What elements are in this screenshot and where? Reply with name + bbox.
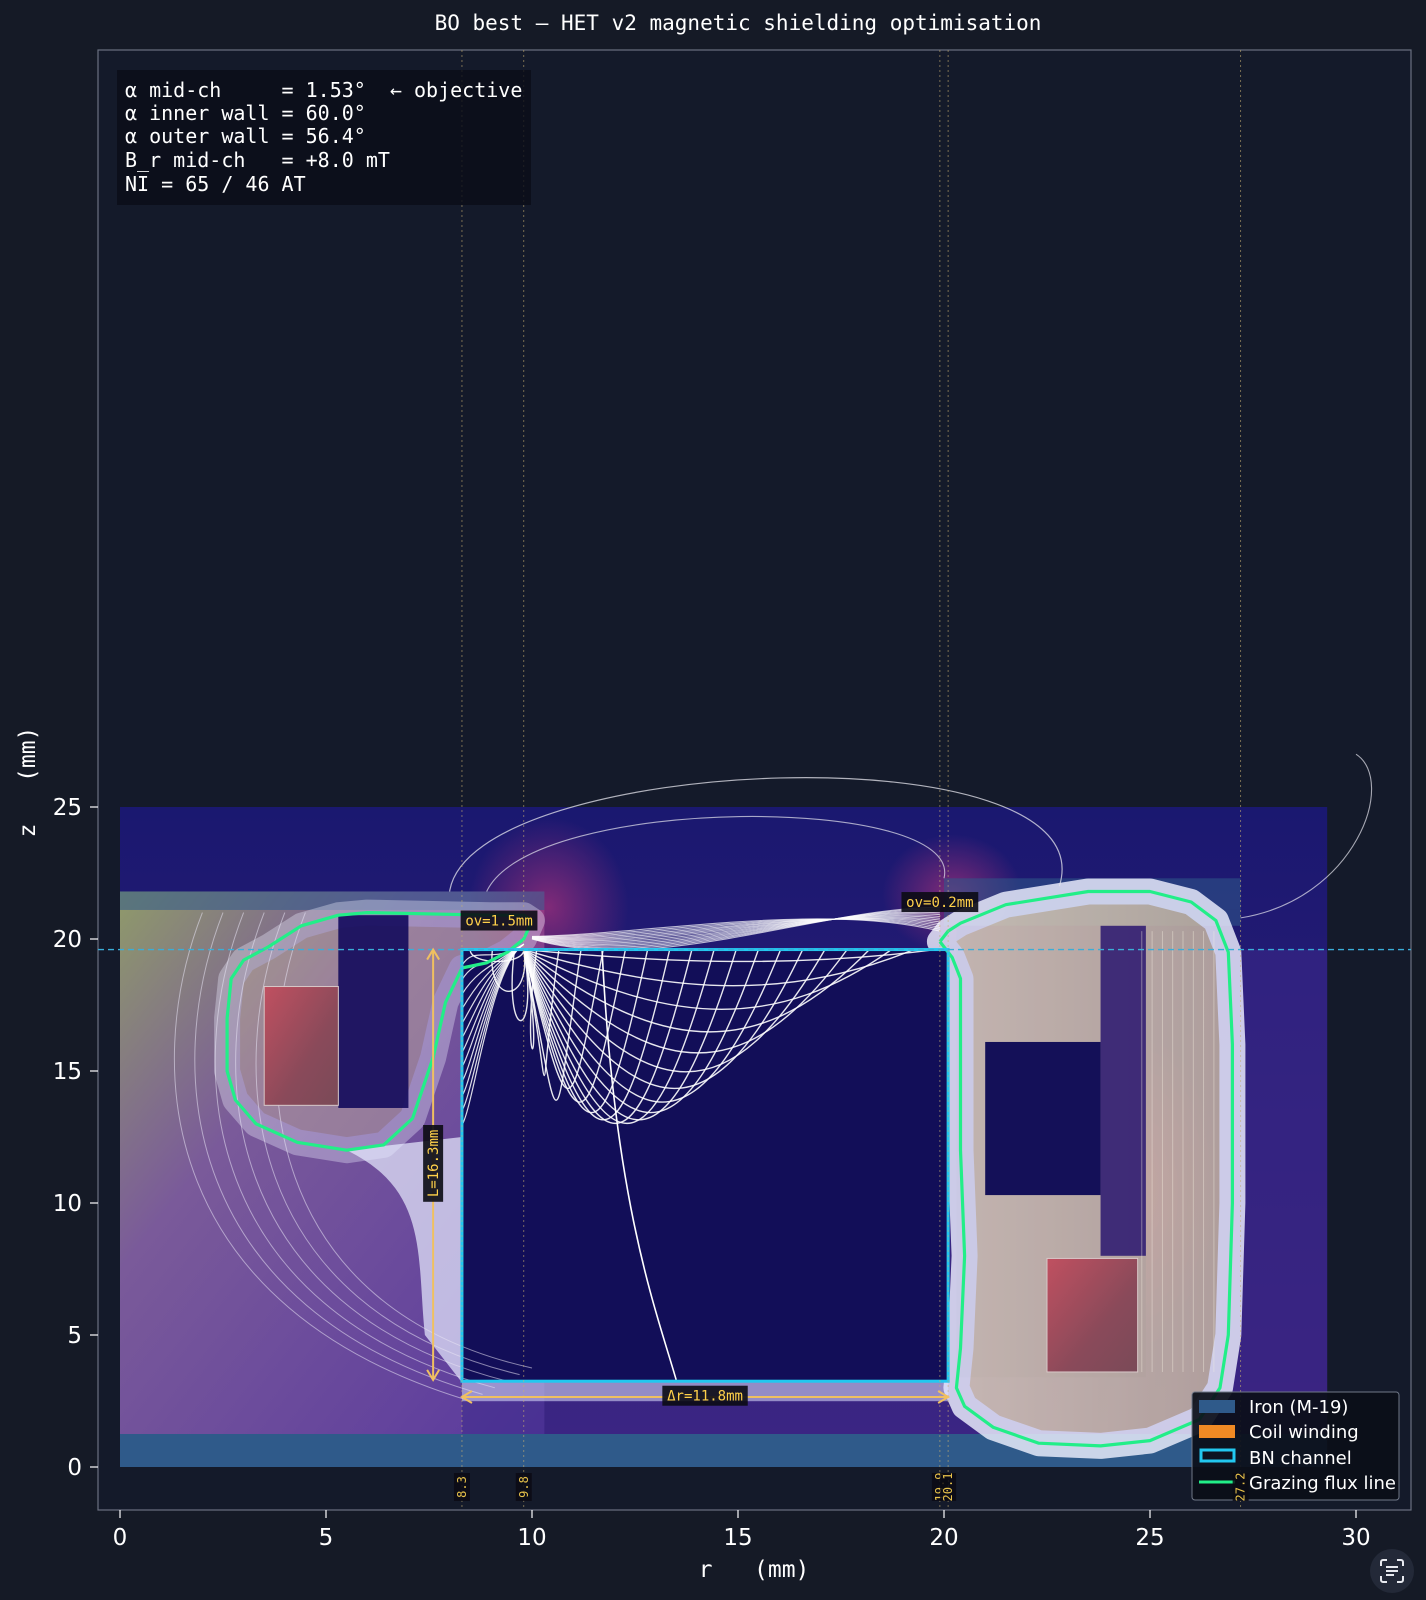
scan-text-icon [1380, 1559, 1404, 1583]
vertical-marker-label-text: 27.2 [1234, 1473, 1248, 1502]
annotation-tag-text: ov=1.5mm [465, 914, 532, 930]
y-tick-label: 10 [53, 1191, 82, 1217]
legend-swatch-iron [1199, 1400, 1235, 1413]
info-line-4: B_r mid-ch = +8.0 mT [125, 148, 390, 172]
vertical-marker-label: 8.3 [453, 1473, 470, 1501]
info-line-1: α mid-ch = 1.53° ← objective [125, 78, 522, 102]
annotation-tag: L=16.3mm [423, 1125, 444, 1202]
info-line-2: α inner wall = 60.0° [125, 101, 366, 125]
inner-pole-cavity-front [338, 915, 409, 1108]
legend-swatch-coil [1199, 1425, 1235, 1438]
legend-label-bn-channel: BN channel [1249, 1448, 1352, 1469]
legend-label-coil: Coil winding [1249, 1422, 1359, 1443]
vertical-marker-label: 20.1 [940, 1473, 957, 1502]
legend-label-iron: Iron (M-19) [1249, 1397, 1348, 1418]
y-axis-label: z (mm) [15, 727, 41, 838]
legend-label-grazing: Grazing flux line [1249, 1473, 1396, 1494]
x-axis-label: r (mm) [699, 1557, 810, 1583]
vertical-marker-label-text: 9.8 [517, 1476, 531, 1498]
outer-pole-gap-front [985, 1041, 1101, 1196]
vertical-marker-label: 27.2 [1232, 1473, 1249, 1502]
x-tick-label: 20 [929, 1525, 958, 1551]
legend: Iron (M-19) Coil winding BN channel Graz… [1191, 1391, 1400, 1501]
vertical-marker-label: 9.8 [515, 1473, 532, 1501]
x-tick-label: 25 [1135, 1525, 1164, 1551]
scan-text-button[interactable] [1370, 1549, 1414, 1593]
annotation-tag-text: Δr=11.8mm [667, 1389, 743, 1405]
outer-pole-slot [1100, 925, 1146, 1256]
info-box: α mid-ch = 1.53° ← objective α inner wal… [117, 70, 531, 205]
annotation-tag: Δr=11.8mm [662, 1385, 748, 1406]
y-axis: 0 5 10 15 20 25 [53, 795, 98, 1481]
annotation-tag-text: L=16.3mm [426, 1130, 442, 1197]
annotation-tag: ov=1.5mm [460, 910, 538, 931]
vertical-marker-label-text: 20.1 [941, 1473, 955, 1502]
y-tick-label: 15 [53, 1059, 82, 1085]
chart-title: BO best — HET v2 magnetic shielding opti… [435, 11, 1042, 35]
info-line-3: α outer wall = 56.4° [125, 124, 366, 148]
coil-winding [1046, 1257, 1139, 1373]
chart-figure: BO best — HET v2 magnetic shielding opti… [15, 11, 1412, 1583]
x-tick-label: 10 [517, 1525, 546, 1551]
x-axis: 0 5 10 15 20 25 30 [113, 1510, 1371, 1551]
x-tick-label: 30 [1341, 1525, 1370, 1551]
x-tick-label: 0 [113, 1525, 128, 1551]
y-tick-label: 25 [53, 795, 82, 821]
info-line-5: NI = 65 / 46 AT [125, 172, 306, 196]
coil-winding [263, 986, 339, 1106]
annotation-tag: ov=0.2mm [901, 892, 979, 913]
y-tick-label: 20 [53, 927, 82, 953]
y-tick-label: 0 [67, 1455, 82, 1481]
y-tick-label: 5 [67, 1323, 82, 1349]
vertical-marker-label-text: 8.3 [455, 1476, 469, 1498]
x-tick-label: 15 [723, 1525, 752, 1551]
x-tick-label: 5 [319, 1525, 334, 1551]
annotation-tag-text: ov=0.2mm [906, 895, 973, 911]
